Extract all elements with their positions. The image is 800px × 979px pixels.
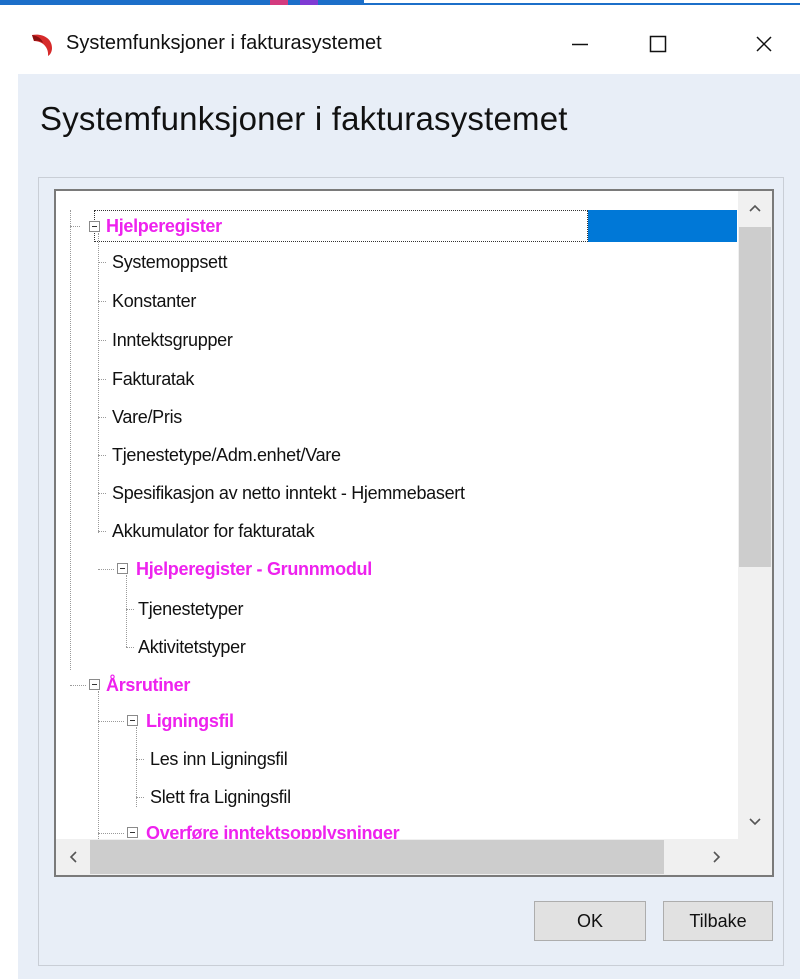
ok-button[interactable]: OK: [534, 901, 646, 941]
tree-node-arsrutiner[interactable]: Årsrutiner: [106, 669, 190, 701]
tree-connector: [136, 797, 144, 798]
page-title: Systemfunksjoner i fakturasystemet: [40, 100, 568, 137]
tree-node-ligningsfil[interactable]: Ligningsfil: [146, 705, 234, 737]
tree-connector: [98, 340, 106, 341]
dialog-window: Systemfunksjoner i fakturasystemet Syste…: [0, 8, 800, 979]
horizontal-scrollbar[interactable]: [56, 839, 738, 875]
chevron-down-icon: [749, 818, 761, 826]
scroll-down-button[interactable]: [738, 805, 772, 839]
chevron-up-icon: [749, 204, 761, 212]
tree-connector: [70, 226, 80, 227]
window-title: Systemfunksjoner i fakturasystemet: [66, 32, 382, 54]
tree-node-fakturatak[interactable]: Fakturatak: [112, 363, 194, 395]
tree-node-les-inn-ligningsfil[interactable]: Les inn Ligningsfil: [150, 743, 288, 775]
vertical-scrollbar[interactable]: [738, 191, 772, 839]
scrollbar-corner: [738, 839, 772, 875]
dialog-content: Systemfunksjoner i fakturasystemet Hjelp…: [18, 74, 800, 979]
scroll-left-button[interactable]: [56, 840, 90, 874]
scroll-right-button[interactable]: [700, 840, 734, 874]
close-icon: [756, 36, 772, 52]
scroll-up-button[interactable]: [738, 191, 772, 225]
maximize-icon: [649, 35, 667, 53]
tree-node-hjelperegister-grunnmodul[interactable]: Hjelperegister - Grunnmodul: [136, 553, 372, 585]
collapse-icon[interactable]: [117, 563, 128, 574]
tree-connector: [70, 210, 71, 670]
collapse-icon[interactable]: [127, 715, 138, 726]
tree-node-slett-fra-ligningsfil[interactable]: Slett fra Ligningsfil: [150, 781, 291, 813]
tree-connector: [98, 493, 106, 494]
tree-node-tjenestetype-adm-enhet-vare[interactable]: Tjenestetype/Adm.enhet/Vare: [112, 439, 341, 471]
collapse-icon[interactable]: [89, 679, 100, 690]
tree-node-akkumulator-fakturatak[interactable]: Akkumulator for fakturatak: [112, 515, 315, 547]
tree-connector: [98, 233, 99, 533]
maximize-button[interactable]: [628, 22, 688, 66]
tree-connector: [126, 647, 134, 648]
tree-connector: [98, 691, 99, 839]
tree-connector: [136, 727, 137, 807]
tree-connector: [98, 379, 106, 380]
tree-connector: [98, 833, 124, 834]
horizontal-scroll-thumb[interactable]: [90, 840, 664, 874]
tree-connector: [98, 301, 106, 302]
collapse-icon[interactable]: [89, 221, 100, 232]
background-window-strip: [0, 0, 800, 8]
tree-connector: [70, 685, 86, 686]
tree-node-aktivitetstyper[interactable]: Aktivitetstyper: [138, 631, 246, 663]
tree-connector: [98, 455, 106, 456]
tree-node-inntektsgrupper[interactable]: Inntektsgrupper: [112, 324, 233, 356]
minimize-icon: [572, 43, 588, 46]
tree-node-vare-pris[interactable]: Vare/Pris: [112, 401, 182, 433]
tree-connector: [98, 721, 124, 722]
tree-connector: [136, 759, 144, 760]
function-tree[interactable]: Hjelperegister Systemoppsett Konstanter …: [54, 189, 774, 877]
back-button[interactable]: Tilbake: [663, 901, 773, 941]
app-logo-icon: [28, 30, 56, 58]
close-button[interactable]: [734, 22, 794, 66]
title-bar: Systemfunksjoner i fakturasystemet: [0, 8, 800, 74]
tree-connector: [98, 262, 106, 263]
minimize-button[interactable]: [550, 22, 610, 66]
tree-connector: [126, 575, 127, 647]
collapse-icon[interactable]: [127, 827, 138, 838]
tree-node-systemoppsett[interactable]: Systemoppsett: [112, 246, 227, 278]
selection-highlight: [588, 210, 737, 242]
vertical-scroll-thumb[interactable]: [739, 227, 771, 567]
chevron-right-icon: [713, 851, 721, 863]
tree-node-spesifikasjon-netto-inntekt[interactable]: Spesifikasjon av netto inntekt - Hjemmeb…: [112, 477, 465, 509]
tree-connector: [98, 569, 114, 570]
tree-connector: [98, 531, 106, 532]
tree-node-konstanter[interactable]: Konstanter: [112, 285, 196, 317]
chevron-left-icon: [69, 851, 77, 863]
tree-connector: [126, 609, 134, 610]
tree-node-hjelperegister[interactable]: Hjelperegister: [106, 210, 222, 242]
tree-node-tjenestetyper[interactable]: Tjenestetyper: [138, 593, 243, 625]
tree-connector: [98, 417, 106, 418]
